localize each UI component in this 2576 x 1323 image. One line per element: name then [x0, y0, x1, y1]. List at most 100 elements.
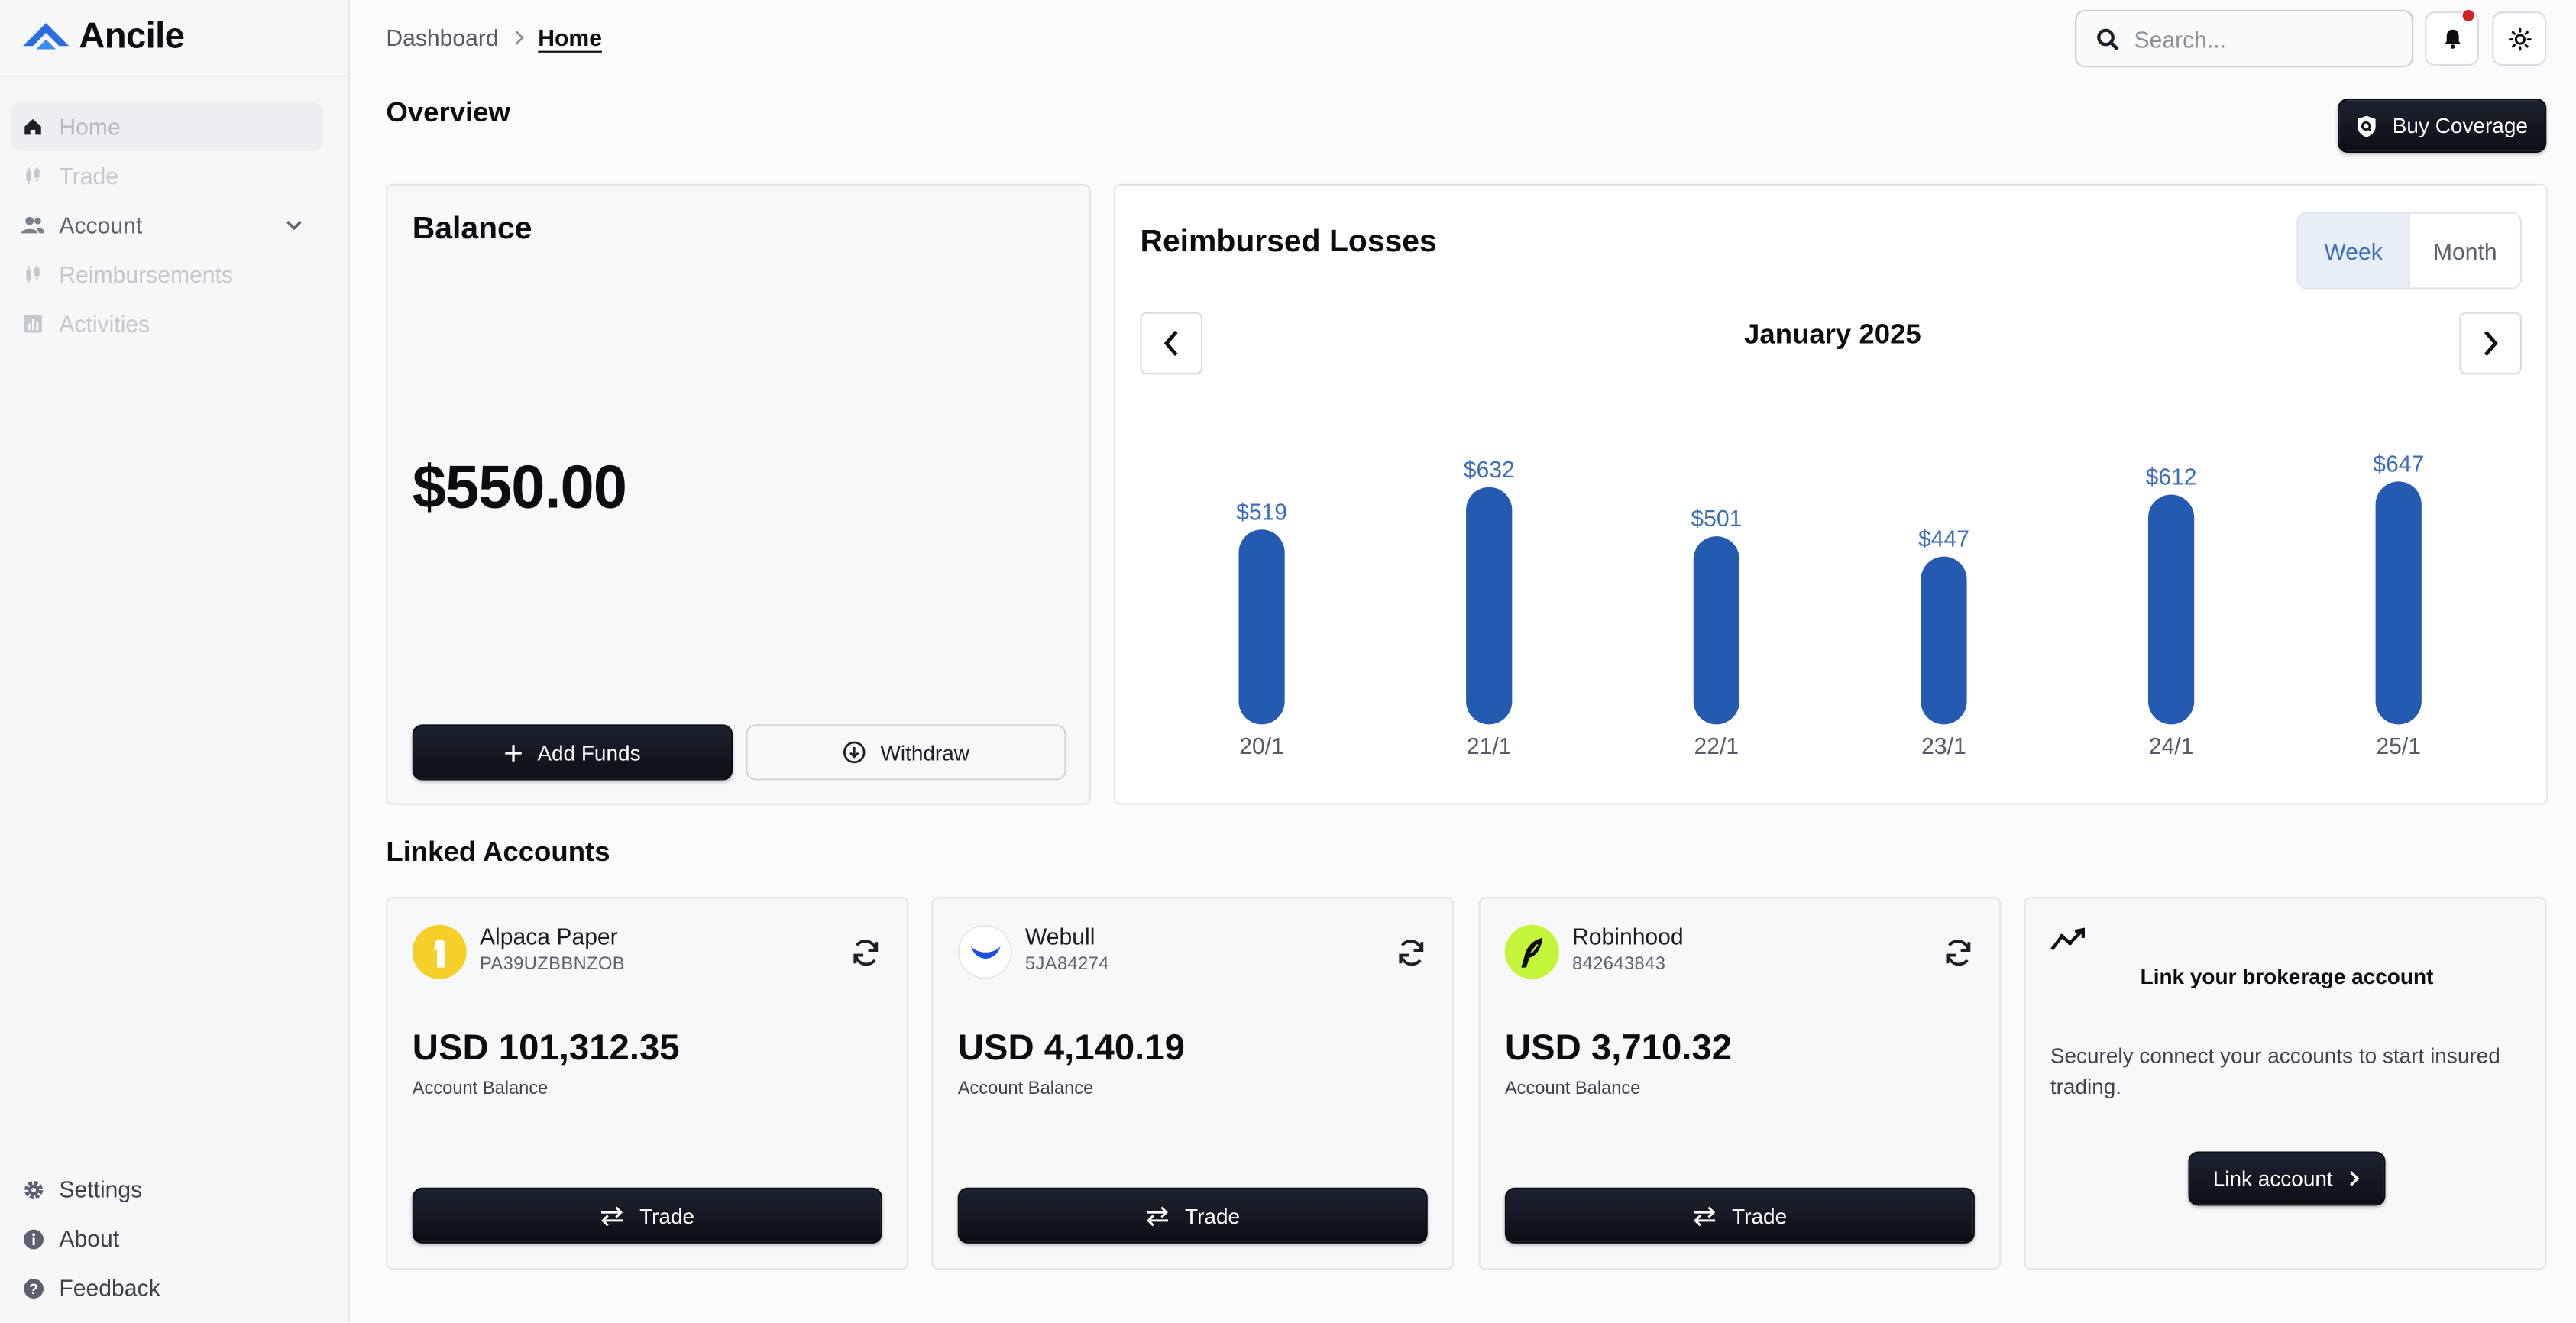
- trade-label: Trade: [1732, 1203, 1788, 1228]
- shield-icon: [2358, 115, 2377, 137]
- chart-bar[interactable]: [2375, 481, 2422, 725]
- arrow-down-circle-icon: [843, 741, 866, 764]
- candlestick-icon: [21, 164, 44, 187]
- trade-label: Trade: [639, 1203, 695, 1228]
- reimbursed-losses-card: Reimbursed Losses Week Month January 202…: [1114, 183, 2548, 805]
- swap-icon: [1147, 1205, 1169, 1226]
- refresh-icon[interactable]: [849, 936, 882, 969]
- account-balance: USD 4,140.19: [957, 1027, 1185, 1068]
- breadcrumb-dashboard[interactable]: Dashboard: [386, 24, 498, 50]
- account-balance-label: Account Balance: [1504, 1079, 1641, 1099]
- sidebar-item-settings[interactable]: Settings: [10, 1165, 324, 1215]
- link-brokerage-card: Link your brokerage account Securely con…: [2024, 897, 2547, 1270]
- withdraw-label: Withdraw: [880, 739, 969, 765]
- withdraw-button[interactable]: Withdraw: [746, 724, 1066, 781]
- page-title: Overview: [386, 96, 510, 128]
- trade-button[interactable]: Trade: [1504, 1187, 1975, 1244]
- swap-icon: [1694, 1205, 1716, 1226]
- notification-dot: [2462, 9, 2474, 21]
- refresh-icon[interactable]: [1395, 936, 1428, 969]
- sidebar: Ancile Home Trade Account Reimbursements…: [0, 0, 351, 1323]
- sidebar-item-label: Trade: [59, 162, 118, 189]
- sidebar-item-home[interactable]: Home: [9, 102, 324, 151]
- chart-bar[interactable]: [1921, 556, 1967, 725]
- sidebar-item-label: Activities: [59, 310, 150, 337]
- sidebar-item-activities[interactable]: Activities: [10, 299, 324, 348]
- chart-x-tick-label: 20/1: [1239, 734, 1284, 759]
- chart-value-label: $519: [1236, 500, 1287, 525]
- home-icon: [21, 115, 44, 138]
- link-brokerage-description: Securely connect your accounts to start …: [2050, 1043, 2500, 1099]
- account-id: PA39UZBBNZOB: [479, 954, 626, 975]
- period-toggle: Week Month: [2296, 212, 2523, 290]
- svg-text:?: ?: [28, 1280, 37, 1297]
- alpaca-logo-icon: [412, 924, 467, 979]
- chart-bar[interactable]: [1466, 487, 1513, 725]
- app-logo[interactable]: Ancile: [20, 15, 185, 57]
- breadcrumb-home[interactable]: Home: [538, 24, 602, 50]
- reimbursed-losses-title: Reimbursed Losses: [1140, 225, 1437, 260]
- trade-button[interactable]: Trade: [957, 1187, 1428, 1244]
- swap-icon: [601, 1205, 623, 1226]
- sidebar-divider: [0, 75, 348, 78]
- sidebar-item-label: Reimbursements: [59, 260, 234, 288]
- account-card-robinhood: Robinhood 842643843 USD 3,710.32 Account…: [1478, 897, 2002, 1270]
- notifications-button[interactable]: [2425, 9, 2480, 66]
- link-account-button[interactable]: Link account: [2188, 1151, 2386, 1206]
- link-brokerage-title: Link your brokerage account: [2140, 964, 2434, 989]
- account-name: Robinhood: [1572, 923, 1684, 949]
- tab-week[interactable]: Week: [2298, 213, 2410, 288]
- robinhood-logo-icon: [1504, 924, 1559, 979]
- theme-toggle-button[interactable]: [2492, 11, 2547, 66]
- next-period-button[interactable]: [2459, 312, 2523, 375]
- breadcrumb: Dashboard Home: [386, 24, 602, 50]
- sidebar-item-label: Settings: [59, 1176, 143, 1203]
- search-icon: [2097, 27, 2119, 50]
- webull-logo-icon: [957, 924, 1012, 979]
- sidebar-item-about[interactable]: About: [10, 1214, 324, 1263]
- add-funds-button[interactable]: Add Funds: [412, 724, 733, 781]
- candlestick-icon: [21, 263, 44, 286]
- sidebar-item-label: Account: [59, 212, 143, 238]
- buy-coverage-button[interactable]: Buy Coverage: [2338, 99, 2547, 153]
- chart-value-label: $612: [2146, 465, 2197, 490]
- search-box[interactable]: [2075, 9, 2414, 68]
- chart-x-tick-label: 25/1: [2376, 734, 2421, 759]
- chart-bar[interactable]: [1693, 536, 1739, 725]
- linked-accounts-title: Linked Accounts: [386, 836, 610, 868]
- account-balance: USD 101,312.35: [412, 1027, 680, 1068]
- sidebar-item-label: Home: [59, 113, 121, 140]
- chart-x-tick-label: 21/1: [1467, 734, 1512, 759]
- sidebar-bottom-nav: Settings About ? Feedback: [10, 1165, 324, 1313]
- chevron-right-icon: [514, 30, 523, 46]
- bell-icon: [2443, 29, 2461, 49]
- balance-amount: $550.00: [412, 453, 627, 521]
- gear-icon: [21, 1178, 44, 1201]
- tab-month[interactable]: Month: [2410, 214, 2520, 288]
- account-balance-label: Account Balance: [957, 1079, 1094, 1099]
- chevron-right-icon: [2484, 330, 2498, 357]
- trade-button[interactable]: Trade: [412, 1187, 882, 1244]
- chart-bar[interactable]: [2147, 494, 2195, 725]
- help-icon: ?: [21, 1276, 44, 1299]
- sidebar-nav: Home Trade Account Reimbursements Activi…: [9, 102, 324, 348]
- chart-value-label: $501: [1691, 506, 1742, 532]
- chart-bar[interactable]: [1238, 529, 1285, 725]
- sidebar-item-reimbursements[interactable]: Reimbursements: [10, 250, 324, 299]
- account-balance: USD 3,710.32: [1504, 1027, 1733, 1068]
- search-input[interactable]: [2134, 25, 2381, 52]
- add-funds-label: Add Funds: [537, 739, 641, 765]
- chart-x-tick-label: 22/1: [1694, 734, 1739, 759]
- sidebar-item-label: Feedback: [59, 1274, 160, 1302]
- plus-icon: [505, 744, 522, 761]
- bar-chart-icon: [21, 312, 44, 335]
- sidebar-item-trade[interactable]: Trade: [10, 151, 324, 201]
- refresh-icon[interactable]: [1942, 936, 1975, 969]
- sun-icon: [2507, 27, 2531, 50]
- sidebar-item-feedback[interactable]: ? Feedback: [10, 1263, 324, 1313]
- balance-title: Balance: [412, 212, 532, 247]
- chart-value-label: $632: [1464, 458, 1515, 483]
- sidebar-item-account[interactable]: Account: [10, 200, 324, 250]
- account-id: 842643843: [1572, 954, 1666, 975]
- chevron-down-icon[interactable]: [284, 215, 304, 235]
